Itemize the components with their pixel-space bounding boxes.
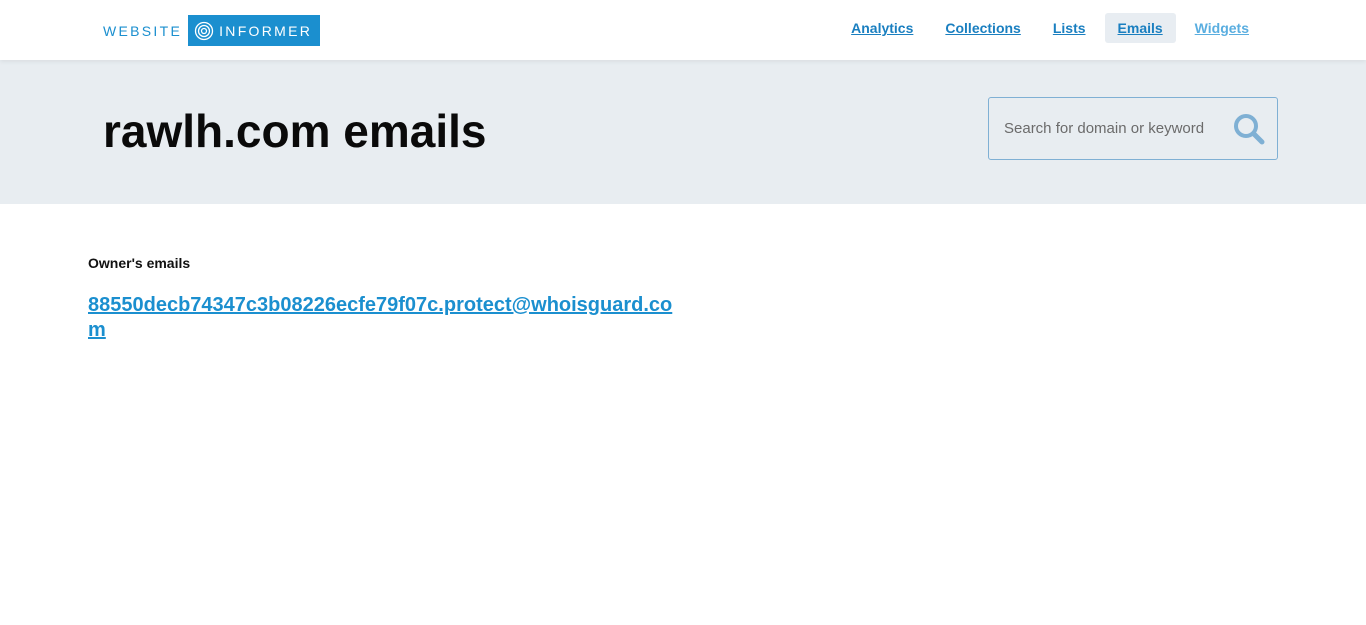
logo-text-website: WEBSITE <box>103 22 183 39</box>
site-logo[interactable]: WEBSITE INFORMER <box>103 15 321 46</box>
search-input[interactable] <box>989 98 1229 159</box>
nav-emails[interactable]: Emails <box>1104 13 1176 43</box>
search-icon[interactable] <box>1231 111 1267 147</box>
logo-badge: INFORMER <box>188 15 321 46</box>
site-header: WEBSITE INFORMER Analytics Collections L… <box>0 0 1366 60</box>
target-icon <box>194 21 214 40</box>
email-link[interactable]: 88550decb74347c3b08226ecfe79f07c.protect… <box>88 293 688 343</box>
hero-band: rawlh.com emails <box>0 60 1366 204</box>
nav-analytics[interactable]: Analytics <box>838 13 926 43</box>
main-nav: Analytics Collections Lists Emails Widge… <box>832 13 1262 43</box>
nav-widgets[interactable]: Widgets <box>1182 13 1262 43</box>
search-box <box>988 97 1278 160</box>
page-title: rawlh.com emails <box>103 105 487 157</box>
nav-lists[interactable]: Lists <box>1040 13 1099 43</box>
owners-emails-heading: Owner's emails <box>88 255 191 271</box>
nav-collections[interactable]: Collections <box>932 13 1033 43</box>
logo-text-informer: INFORMER <box>219 22 313 39</box>
